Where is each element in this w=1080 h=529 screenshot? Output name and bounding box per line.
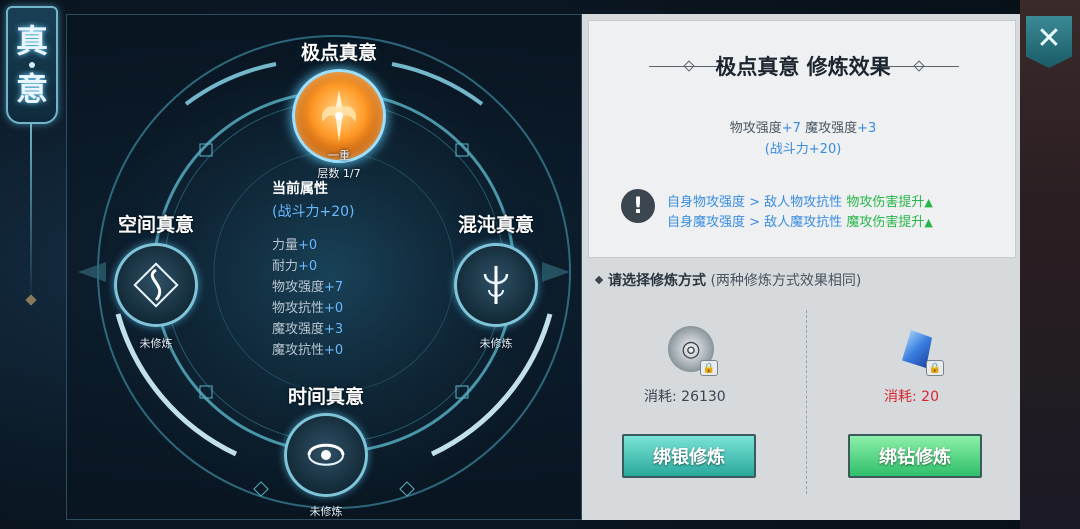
title-banner: 真 意 <box>6 6 58 124</box>
flame-sword-icon <box>321 90 357 142</box>
arrow-up-icon: ▲ <box>924 196 933 209</box>
diamond-train-button[interactable]: 绑钻修炼 <box>848 434 982 478</box>
attribute-row: 物攻强度+7 <box>272 280 344 295</box>
time-vortex-icon <box>307 443 345 466</box>
tip-magic: 自身魔攻强度 > 敌人魔攻抗性 魔攻伤害提升▲ <box>667 215 933 230</box>
title-dot <box>29 62 35 68</box>
effect-box: 极点真意 修炼效果 物攻强度+7 魔攻强度+3 (战斗力+20) ! 自身物攻强… <box>588 20 1016 258</box>
node-extreme[interactable]: 极点真意 一重 层数 1/7 <box>274 38 404 181</box>
silver-cost: 消耗: 26130 <box>644 389 726 405</box>
silver-coin-icon: ◎ 🔒 <box>668 326 718 376</box>
node-space[interactable]: 空间真意 未修炼 <box>106 210 206 351</box>
effect-stats: 物攻强度+7 魔攻强度+3 <box>729 121 877 136</box>
warning-icon: ! <box>621 189 655 223</box>
attribute-row: 魔攻抗性+0 <box>272 343 344 358</box>
current-attributes: 当前属性 (战斗力+20) 力量+0 耐力+0 物攻强度+7 物攻抗性+0 魔攻… <box>272 178 354 361</box>
space-orb[interactable] <box>114 243 198 327</box>
attribute-row: 物攻抗性+0 <box>272 301 344 316</box>
time-orb[interactable] <box>284 413 368 497</box>
node-extreme-tier: 一重 <box>328 149 350 162</box>
node-time-name: 时间真意 <box>287 386 364 408</box>
wheel-spike <box>78 262 106 282</box>
title-char-2: 意 <box>15 70 48 108</box>
scene-edge <box>1020 0 1080 529</box>
choose-method-label: 请选择修炼方式 (两种修炼方式效果相同) <box>608 273 862 289</box>
attribute-row: 力量+0 <box>272 238 318 253</box>
node-time[interactable]: 时间真意 未修炼 <box>276 382 376 519</box>
node-time-status: 未修炼 <box>309 505 343 518</box>
diamond-cost: 消耗: 20 <box>884 389 939 405</box>
attribute-row: 魔攻强度+3 <box>272 322 344 337</box>
lock-icon: 🔒 <box>700 360 718 376</box>
tip-physical: 自身物攻强度 > 敌人物攻抗性 物攻伤害提升▲ <box>667 195 933 210</box>
training-panel: 极点真意 修炼效果 物攻强度+7 魔攻强度+3 (战斗力+20) ! 自身物攻强… <box>582 14 1020 520</box>
node-chaos-name: 混沌真意 <box>457 214 534 236</box>
space-swirl-icon <box>133 262 179 308</box>
trident-icon <box>483 266 509 304</box>
silver-train-button[interactable]: 绑银修炼 <box>622 434 756 478</box>
arrow-up-icon: ▲ <box>924 216 933 229</box>
wheel-spike <box>542 262 570 282</box>
node-chaos-status: 未修炼 <box>479 337 513 350</box>
attributes-title: 当前属性 <box>272 181 328 197</box>
chaos-orb[interactable] <box>454 243 538 327</box>
choose-diamond-icon <box>594 275 604 285</box>
attribute-row: 耐力+0 <box>272 259 318 274</box>
effect-power: (战斗力+20) <box>764 142 842 157</box>
node-space-status: 未修炼 <box>139 337 173 350</box>
node-space-name: 空间真意 <box>117 214 194 236</box>
side-rail <box>30 124 32 302</box>
effect-title: 极点真意 修炼效果 <box>715 55 891 79</box>
title-char-1: 真 <box>15 22 48 60</box>
bound-diamond-icon: 🔒 <box>894 326 944 376</box>
lock-icon: 🔒 <box>926 360 944 376</box>
attributes-power: (战斗力+20) <box>272 204 355 220</box>
node-extreme-name: 极点真意 <box>300 42 377 64</box>
node-chaos[interactable]: 混沌真意 未修炼 <box>446 210 546 351</box>
method-divider <box>806 310 807 494</box>
